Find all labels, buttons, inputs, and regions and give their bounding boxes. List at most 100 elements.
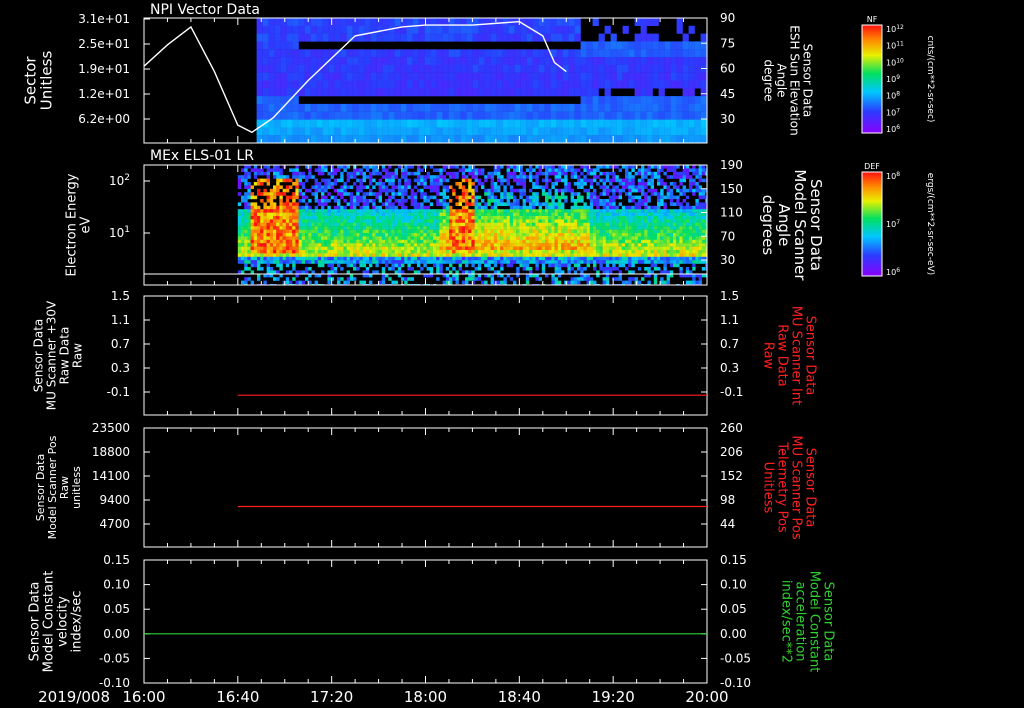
spectrogram-cell — [474, 253, 478, 257]
spectrogram-cell — [346, 185, 350, 189]
spectrogram-cell — [538, 57, 545, 66]
spectrogram-cell — [280, 119, 287, 128]
spectrogram-cell — [305, 175, 309, 179]
spectrogram-cell — [598, 135, 605, 143]
spectrogram-cell — [250, 202, 254, 206]
spectrogram-cell — [545, 171, 549, 176]
spectrogram-cell — [538, 226, 542, 230]
spectrogram-cell — [301, 222, 306, 227]
spectrogram-cell — [376, 57, 383, 66]
spectrogram-cell — [481, 199, 485, 203]
spectrogram-cell — [634, 18, 641, 27]
spectrogram-cell — [458, 212, 462, 217]
spectrogram-cell — [285, 209, 290, 213]
spectrogram-cell — [561, 219, 565, 223]
spectrogram-cell — [679, 239, 683, 244]
spectrogram-cell — [647, 256, 651, 261]
spectrogram-cell — [544, 111, 551, 120]
spectrogram-cell — [490, 64, 497, 73]
spectrogram-cell — [269, 192, 274, 196]
spectrogram-cell — [364, 72, 371, 81]
spectrogram-cell — [382, 33, 389, 42]
spectrogram-cell — [561, 171, 565, 176]
spectrogram-cell — [641, 168, 645, 172]
spectrogram-cell — [666, 226, 670, 230]
spectrogram-cell — [260, 246, 264, 251]
spectrogram-cell — [625, 185, 629, 189]
spectrogram-cell — [461, 216, 466, 220]
spectrogram-cell — [497, 236, 501, 240]
spectrogram-cell — [406, 103, 413, 112]
spectrogram-cell — [295, 175, 299, 179]
spectrogram-cell — [237, 219, 242, 223]
spectrogram-cell — [580, 233, 584, 237]
spectrogram-cell — [706, 119, 707, 128]
spectrogram-cell — [669, 216, 674, 220]
spectrogram-cell — [247, 253, 251, 257]
spectrogram-cell — [583, 188, 587, 193]
spectrogram-cell — [653, 165, 658, 169]
spectrogram-cell — [301, 243, 306, 247]
spectrogram-cell — [257, 236, 261, 240]
spectrogram-cell — [586, 243, 590, 247]
spectrogram-cell — [333, 246, 338, 251]
spectrogram-cell — [321, 202, 325, 206]
spectrogram-cell — [286, 135, 293, 143]
spectrogram-cell — [244, 226, 248, 230]
spectrogram-cell — [391, 178, 395, 183]
spectrogram-cell — [276, 270, 280, 274]
spectrogram-cell — [577, 195, 581, 200]
spectrogram-cell — [622, 103, 629, 112]
spectrogram-cell — [401, 229, 405, 234]
spectrogram-cell — [570, 171, 574, 176]
spectrogram-cell — [568, 49, 575, 58]
spectrogram-cell — [682, 253, 686, 257]
spectrogram-cell — [381, 260, 386, 264]
spectrogram-cell — [433, 256, 437, 261]
spectrogram-cell — [568, 127, 575, 136]
spectrogram-cell — [388, 18, 395, 27]
spectrogram-cell — [538, 233, 542, 237]
spectrogram-cell — [412, 49, 419, 58]
spectrogram-cell — [356, 236, 360, 240]
spectrogram-cell — [682, 246, 686, 251]
spectrogram-cell — [545, 205, 549, 210]
spectrogram-cell — [289, 243, 293, 247]
spectrogram-cell — [244, 267, 248, 271]
spectrogram-cell — [586, 216, 590, 220]
spectrogram-cell — [670, 103, 677, 112]
spectrogram-cell — [372, 229, 376, 234]
spectrogram-cell — [564, 250, 568, 254]
spectrogram-cell — [666, 229, 670, 234]
spectrogram-cell — [433, 239, 437, 244]
spectrogram-cell — [676, 64, 683, 73]
spectrogram-cell — [503, 178, 507, 183]
spectrogram-cell — [586, 119, 593, 128]
spectrogram-cell — [397, 226, 402, 230]
spectrogram-cell — [535, 171, 539, 176]
spectrogram-cell — [548, 205, 552, 210]
spectrogram-cell — [308, 280, 312, 285]
spectrogram-cell — [439, 212, 443, 217]
spectrogram-cell — [650, 178, 654, 183]
spectrogram-cell — [305, 216, 309, 220]
spectrogram-cell — [305, 239, 309, 244]
spectrogram-cell — [378, 233, 382, 237]
spectrogram-cell — [461, 236, 466, 240]
spectrogram-cell — [404, 253, 408, 257]
spectrogram-cell — [573, 182, 578, 186]
spectrogram-cell — [314, 246, 318, 251]
spectrogram-cell — [474, 236, 478, 240]
spectrogram-cell — [426, 195, 430, 200]
spectrogram-cell — [625, 256, 629, 261]
spectrogram-cell — [692, 219, 696, 223]
spectrogram-cell — [618, 188, 622, 193]
spectrogram-cell — [406, 135, 413, 143]
spectrogram-cell — [388, 165, 392, 169]
spectrogram-cell — [369, 222, 373, 227]
spectrogram-cell — [500, 236, 504, 240]
spectrogram-cell — [321, 253, 325, 257]
spectrogram-cell — [551, 250, 555, 254]
spectrogram-cell — [305, 250, 309, 254]
spectrogram-cell — [676, 111, 683, 120]
